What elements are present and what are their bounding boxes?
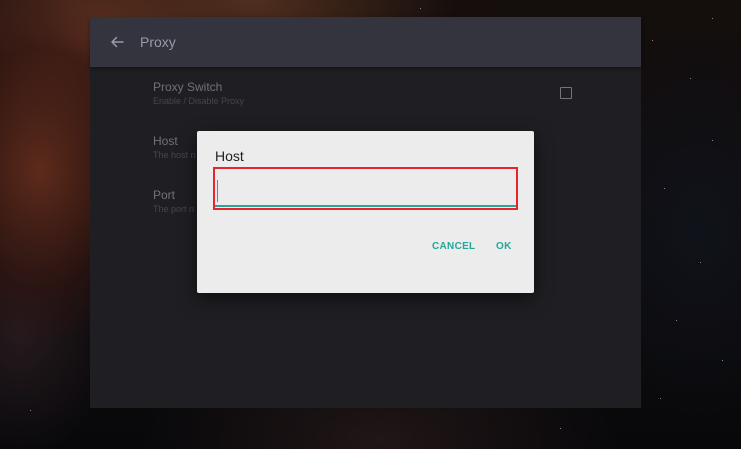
- highlight-box: [213, 167, 518, 210]
- cancel-button[interactable]: CANCEL: [432, 241, 475, 252]
- ok-button[interactable]: OK: [496, 241, 512, 252]
- host-dialog: Host CANCEL OK: [197, 131, 534, 293]
- app-bar: Proxy: [90, 17, 641, 67]
- dialog-title: Host: [215, 148, 244, 164]
- page-title: Proxy: [140, 34, 176, 50]
- arrow-left-icon[interactable]: [107, 32, 127, 52]
